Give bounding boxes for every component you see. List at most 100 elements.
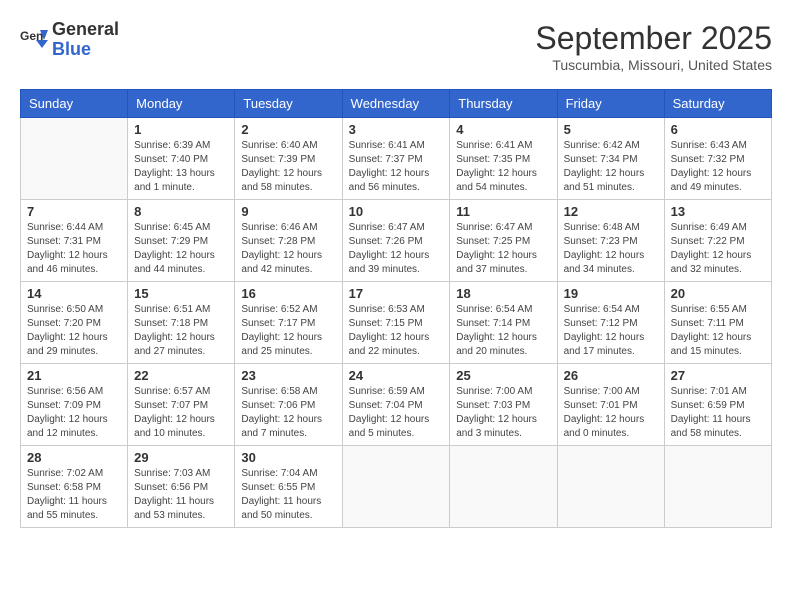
calendar-cell: 13 Sunrise: 6:49 AM Sunset: 7:22 PM Dayli… [664, 200, 771, 282]
day-info: Sunrise: 6:57 AM Sunset: 7:07 PM Dayligh… [134, 385, 228, 441]
day-info: Sunrise: 6:43 AM Sunset: 7:32 PM Dayligh… [671, 139, 765, 195]
day-info: Sunrise: 6:40 AM Sunset: 7:39 PM Dayligh… [241, 139, 335, 195]
calendar-cell: 27 Sunrise: 7:01 AM Sunset: 6:59 PM Dayli… [664, 364, 771, 446]
day-info: Sunrise: 6:56 AM Sunset: 7:09 PM Dayligh… [27, 385, 121, 441]
day-number: 4 [456, 122, 550, 137]
day-header-saturday: Saturday [664, 90, 771, 118]
calendar-cell: 22Sunrise: 6:57 AM Sunset: 7:07 PM Dayli… [128, 364, 235, 446]
calendar-cell: 25Sunrise: 7:00 AM Sunset: 7:03 PM Dayli… [450, 364, 557, 446]
calendar-week-row: 21 Sunrise: 6:56 AM Sunset: 7:09 PM Dayli… [21, 364, 772, 446]
day-number: 17 [349, 286, 444, 301]
page-header: Gen General Blue September 2025 Tuscumbi… [20, 20, 772, 73]
day-info: Sunrise: 6:49 AM Sunset: 7:22 PM Dayligh… [671, 221, 765, 277]
day-info: Sunrise: 6:54 AM Sunset: 7:12 PM Dayligh… [564, 303, 658, 359]
calendar-cell: 4 Sunrise: 6:41 AM Sunset: 7:35 PM Daylig… [450, 118, 557, 200]
calendar-cell: 9 Sunrise: 6:46 AM Sunset: 7:28 PM Daylig… [235, 200, 342, 282]
calendar-cell: 23 Sunrise: 6:58 AM Sunset: 7:06 PM Dayli… [235, 364, 342, 446]
calendar-cell: 3 Sunrise: 6:41 AM Sunset: 7:37 PM Daylig… [342, 118, 450, 200]
day-info: Sunrise: 6:47 AM Sunset: 7:26 PM Dayligh… [349, 221, 444, 277]
day-info: Sunrise: 7:03 AM Sunset: 6:56 PM Dayligh… [134, 467, 228, 523]
day-number: 5 [564, 122, 658, 137]
logo-general-text: General [52, 19, 119, 39]
calendar-cell: 7Sunrise: 6:44 AM Sunset: 7:31 PM Daylig… [21, 200, 128, 282]
day-header-friday: Friday [557, 90, 664, 118]
calendar-cell [664, 446, 771, 528]
calendar-cell: 17 Sunrise: 6:53 AM Sunset: 7:15 PM Dayli… [342, 282, 450, 364]
day-header-wednesday: Wednesday [342, 90, 450, 118]
day-number: 3 [349, 122, 444, 137]
day-header-monday: Monday [128, 90, 235, 118]
day-number: 16 [241, 286, 335, 301]
calendar-cell: 5Sunrise: 6:42 AM Sunset: 7:34 PM Daylig… [557, 118, 664, 200]
day-number: 8 [134, 204, 228, 219]
day-number: 2 [241, 122, 335, 137]
day-number: 10 [349, 204, 444, 219]
calendar-cell [557, 446, 664, 528]
day-number: 18 [456, 286, 550, 301]
day-info: Sunrise: 6:39 AM Sunset: 7:40 PM Dayligh… [134, 139, 228, 195]
day-number: 23 [241, 368, 335, 383]
logo-blue-text: Blue [52, 39, 91, 59]
calendar-cell: 1 Sunrise: 6:39 AM Sunset: 7:40 PM Daylig… [128, 118, 235, 200]
day-info: Sunrise: 6:54 AM Sunset: 7:14 PM Dayligh… [456, 303, 550, 359]
day-info: Sunrise: 7:00 AM Sunset: 7:01 PM Dayligh… [564, 385, 658, 441]
day-info: Sunrise: 6:41 AM Sunset: 7:35 PM Dayligh… [456, 139, 550, 195]
calendar-week-row: 28 Sunrise: 7:02 AM Sunset: 6:58 PM Dayli… [21, 446, 772, 528]
day-info: Sunrise: 6:48 AM Sunset: 7:23 PM Dayligh… [564, 221, 658, 277]
day-info: Sunrise: 6:59 AM Sunset: 7:04 PM Dayligh… [349, 385, 444, 441]
calendar-cell: 20 Sunrise: 6:55 AM Sunset: 7:11 PM Dayli… [664, 282, 771, 364]
day-info: Sunrise: 7:04 AM Sunset: 6:55 PM Dayligh… [241, 467, 335, 523]
calendar-week-row: 14 Sunrise: 6:50 AM Sunset: 7:20 PM Dayli… [21, 282, 772, 364]
day-number: 15 [134, 286, 228, 301]
day-number: 7 [27, 204, 121, 219]
calendar-cell: 11Sunrise: 6:47 AM Sunset: 7:25 PM Dayli… [450, 200, 557, 282]
day-number: 29 [134, 450, 228, 465]
day-header-sunday: Sunday [21, 90, 128, 118]
location-text: Tuscumbia, Missouri, United States [535, 57, 772, 73]
month-title: September 2025 [535, 20, 772, 57]
day-info: Sunrise: 7:00 AM Sunset: 7:03 PM Dayligh… [456, 385, 550, 441]
day-number: 9 [241, 204, 335, 219]
logo-icon: Gen [20, 26, 48, 54]
day-info: Sunrise: 6:46 AM Sunset: 7:28 PM Dayligh… [241, 221, 335, 277]
calendar-week-row: 7Sunrise: 6:44 AM Sunset: 7:31 PM Daylig… [21, 200, 772, 282]
day-number: 1 [134, 122, 228, 137]
calendar-cell: 30Sunrise: 7:04 AM Sunset: 6:55 PM Dayli… [235, 446, 342, 528]
calendar-cell: 10 Sunrise: 6:47 AM Sunset: 7:26 PM Dayli… [342, 200, 450, 282]
day-number: 24 [349, 368, 444, 383]
day-number: 28 [27, 450, 121, 465]
calendar-week-row: 1 Sunrise: 6:39 AM Sunset: 7:40 PM Daylig… [21, 118, 772, 200]
day-header-thursday: Thursday [450, 90, 557, 118]
day-number: 19 [564, 286, 658, 301]
calendar-cell: 6 Sunrise: 6:43 AM Sunset: 7:32 PM Daylig… [664, 118, 771, 200]
day-info: Sunrise: 6:41 AM Sunset: 7:37 PM Dayligh… [349, 139, 444, 195]
day-number: 26 [564, 368, 658, 383]
calendar-cell: 19 Sunrise: 6:54 AM Sunset: 7:12 PM Dayli… [557, 282, 664, 364]
day-number: 21 [27, 368, 121, 383]
day-number: 12 [564, 204, 658, 219]
calendar-cell: 8 Sunrise: 6:45 AM Sunset: 7:29 PM Daylig… [128, 200, 235, 282]
day-number: 14 [27, 286, 121, 301]
day-info: Sunrise: 7:01 AM Sunset: 6:59 PM Dayligh… [671, 385, 765, 441]
calendar-cell: 18 Sunrise: 6:54 AM Sunset: 7:14 PM Dayli… [450, 282, 557, 364]
day-info: Sunrise: 6:50 AM Sunset: 7:20 PM Dayligh… [27, 303, 121, 359]
calendar-cell [21, 118, 128, 200]
day-info: Sunrise: 6:55 AM Sunset: 7:11 PM Dayligh… [671, 303, 765, 359]
calendar-cell: 15Sunrise: 6:51 AM Sunset: 7:18 PM Dayli… [128, 282, 235, 364]
day-info: Sunrise: 7:02 AM Sunset: 6:58 PM Dayligh… [27, 467, 121, 523]
day-number: 13 [671, 204, 765, 219]
day-number: 20 [671, 286, 765, 301]
day-info: Sunrise: 6:45 AM Sunset: 7:29 PM Dayligh… [134, 221, 228, 277]
calendar-cell [342, 446, 450, 528]
calendar-cell: 14 Sunrise: 6:50 AM Sunset: 7:20 PM Dayli… [21, 282, 128, 364]
calendar-cell: 26 Sunrise: 7:00 AM Sunset: 7:01 PM Dayli… [557, 364, 664, 446]
calendar-cell: 24 Sunrise: 6:59 AM Sunset: 7:04 PM Dayli… [342, 364, 450, 446]
calendar-cell: 21 Sunrise: 6:56 AM Sunset: 7:09 PM Dayli… [21, 364, 128, 446]
calendar-cell: 12 Sunrise: 6:48 AM Sunset: 7:23 PM Dayli… [557, 200, 664, 282]
calendar-cell: 28 Sunrise: 7:02 AM Sunset: 6:58 PM Dayli… [21, 446, 128, 528]
day-number: 27 [671, 368, 765, 383]
day-number: 6 [671, 122, 765, 137]
day-info: Sunrise: 6:58 AM Sunset: 7:06 PM Dayligh… [241, 385, 335, 441]
calendar-header-row: SundayMondayTuesdayWednesdayThursdayFrid… [21, 90, 772, 118]
day-info: Sunrise: 6:53 AM Sunset: 7:15 PM Dayligh… [349, 303, 444, 359]
